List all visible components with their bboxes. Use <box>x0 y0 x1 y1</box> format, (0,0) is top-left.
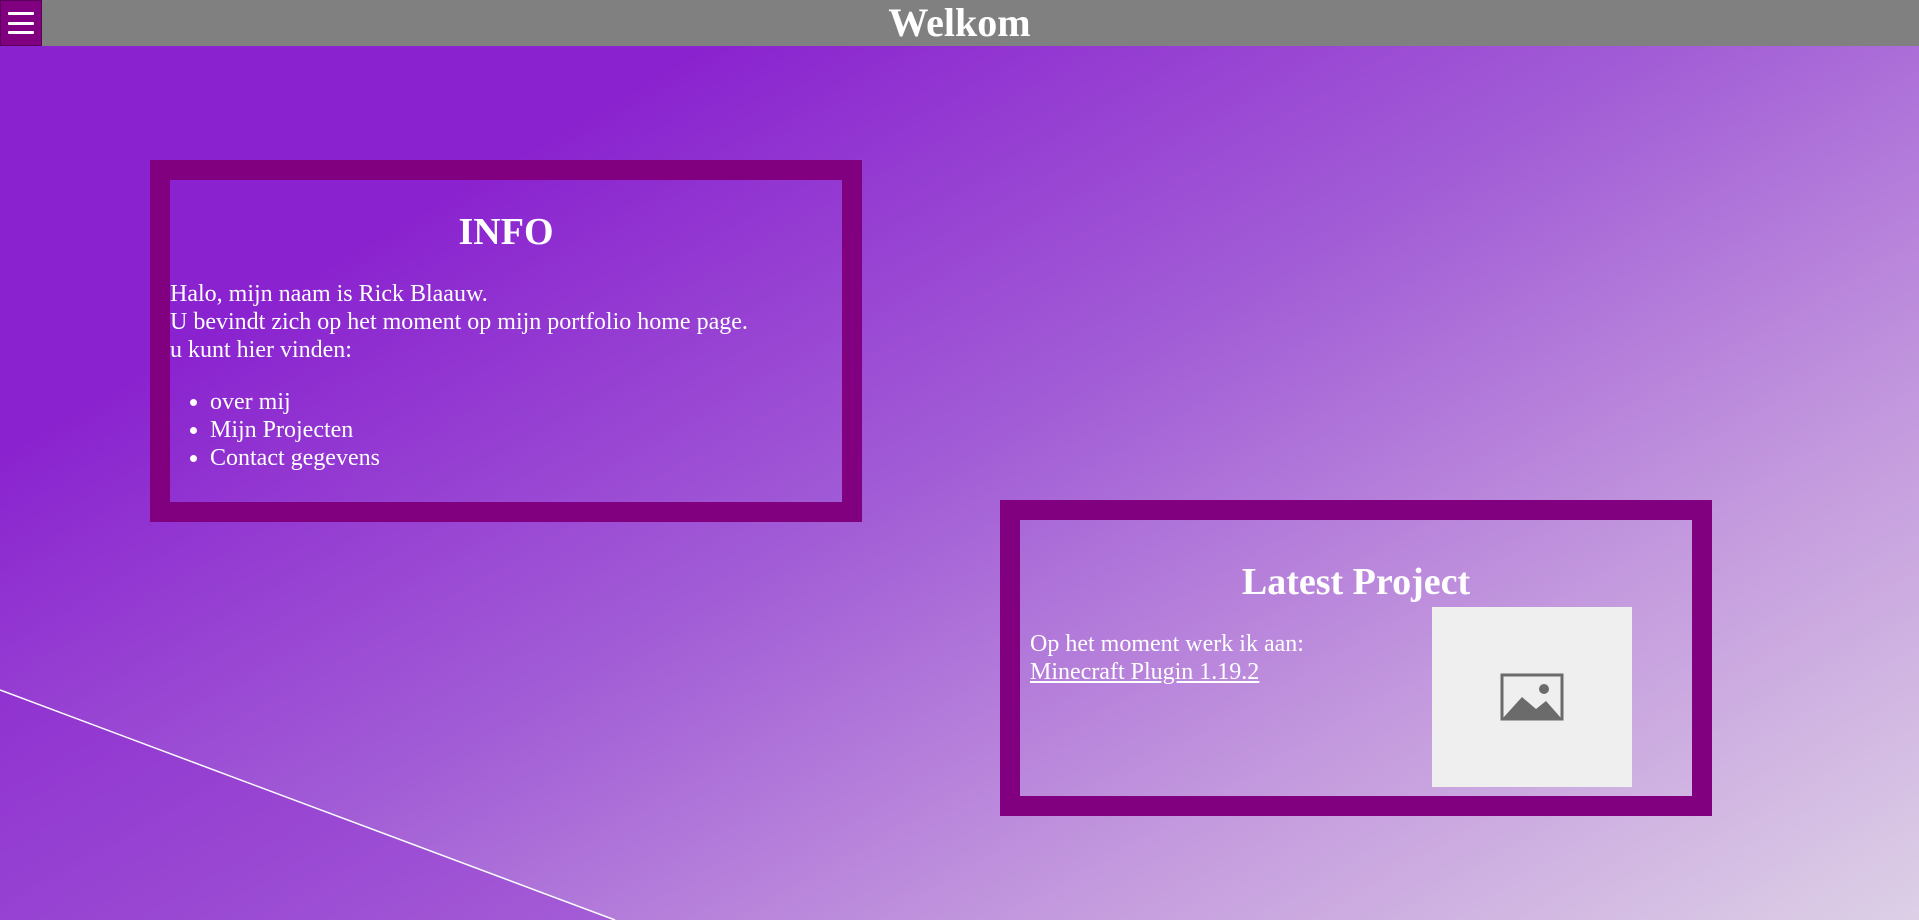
project-text: Op het moment werk ik aan: <box>1030 631 1304 657</box>
info-intro: Halo, mijn naam is Rick Blaauw. U bevind… <box>170 280 842 364</box>
top-bar: Welkom <box>0 0 1919 46</box>
project-image <box>1432 607 1632 787</box>
latest-project-heading: Latest Project <box>1241 561 1471 603</box>
info-card: INFO Halo, mijn naam is Rick Blaauw. U b… <box>150 160 862 522</box>
info-intro-line: Halo, mijn naam is Rick Blaauw. <box>170 281 488 307</box>
project-description: Op het moment werk ik aan: Minecraft Plu… <box>1030 630 1304 686</box>
list-item: Mijn Projecten <box>210 416 842 444</box>
info-intro-line: U bevindt zich op het moment op mijn por… <box>170 309 748 335</box>
page-title: Welkom <box>888 0 1031 45</box>
info-intro-line: u kunt hier vinden: <box>170 337 352 363</box>
project-link[interactable]: Minecraft Plugin 1.19.2 <box>1030 659 1259 685</box>
list-item: over mij <box>210 388 842 416</box>
info-heading: INFO <box>458 211 554 253</box>
list-item: Contact gegevens <box>210 444 842 472</box>
image-placeholder-icon <box>1500 673 1564 721</box>
latest-project-card: Latest Project Op het moment werk ik aan… <box>1000 500 1712 816</box>
info-list: over mij Mijn Projecten Contact gegevens <box>170 388 842 472</box>
